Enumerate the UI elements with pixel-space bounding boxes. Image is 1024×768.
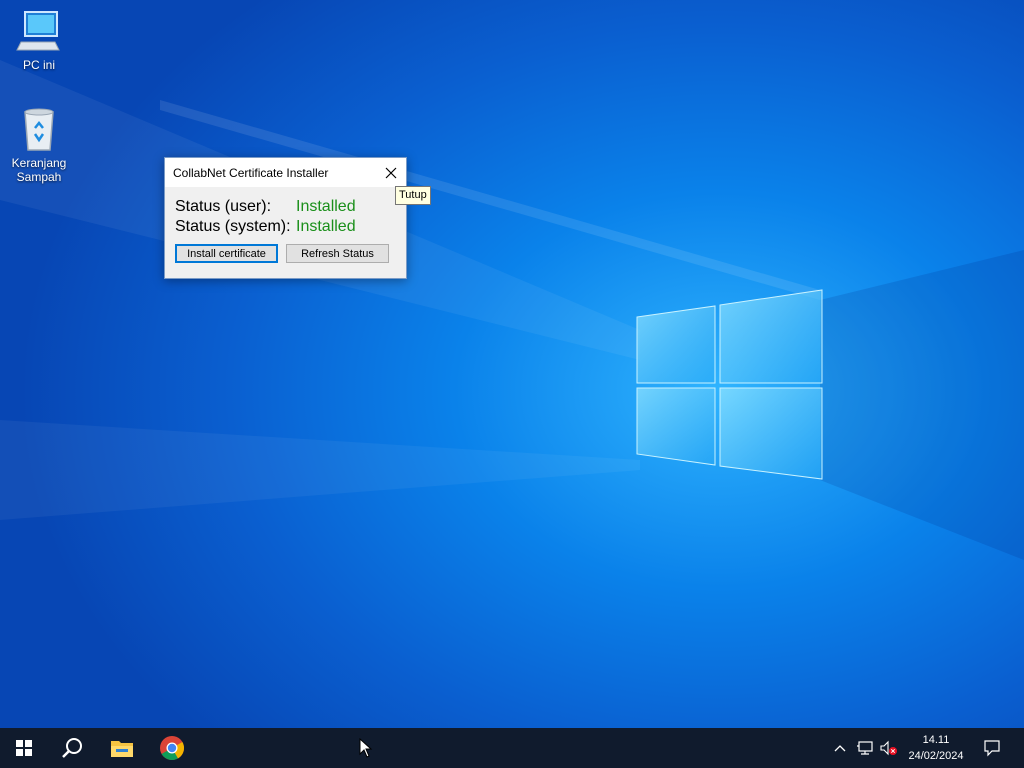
desktop-icon-label: PC ini bbox=[22, 58, 55, 72]
mouse-cursor-icon bbox=[359, 738, 373, 758]
file-explorer-icon bbox=[111, 741, 133, 757]
chevron-up-icon bbox=[834, 745, 846, 752]
network-icon bbox=[857, 741, 873, 755]
clock-time: 14.11 bbox=[922, 734, 950, 746]
close-tooltip: Tutup bbox=[395, 186, 431, 205]
close-button[interactable] bbox=[376, 158, 406, 187]
notification-icon bbox=[984, 740, 1000, 757]
status-system-value: Installed bbox=[296, 218, 356, 235]
desktop-icon-label: Sampah bbox=[16, 170, 62, 184]
wallpaper-beams bbox=[0, 60, 1024, 560]
start-button[interactable] bbox=[0, 728, 48, 768]
volume-button[interactable] bbox=[878, 728, 900, 768]
show-hidden-icons-button[interactable] bbox=[830, 728, 850, 768]
recycle-bin-icon bbox=[15, 108, 63, 152]
desktop-icon-label: Keranjang bbox=[11, 156, 67, 170]
search-button[interactable] bbox=[48, 728, 96, 768]
taskbar-clock[interactable]: 14.11 24/02/2024 bbox=[900, 732, 972, 764]
desktop-icon-recycle-bin[interactable]: Keranjang Sampah bbox=[4, 108, 74, 184]
clock-date: 24/02/2024 bbox=[908, 750, 964, 762]
status-user-value: Installed bbox=[296, 198, 356, 215]
chrome-icon bbox=[160, 736, 185, 761]
wallpaper-windows-logo bbox=[636, 289, 823, 480]
computer-icon bbox=[15, 10, 63, 54]
action-center-button[interactable] bbox=[978, 728, 1006, 768]
refresh-status-button[interactable]: Refresh Status bbox=[286, 244, 389, 263]
window-title: CollabNet Certificate Installer bbox=[173, 166, 329, 180]
status-user-row: Status (user): Installed bbox=[175, 198, 356, 216]
chrome-button[interactable] bbox=[148, 728, 196, 768]
search-icon bbox=[62, 738, 82, 758]
windows-start-icon bbox=[16, 740, 32, 756]
network-button[interactable] bbox=[854, 728, 876, 768]
certificate-installer-window[interactable]: CollabNet Certificate Installer Status (… bbox=[164, 157, 407, 279]
install-certificate-button[interactable]: Install certificate bbox=[175, 244, 278, 263]
taskbar: 14.11 24/02/2024 bbox=[0, 728, 1024, 768]
volume-muted-icon bbox=[880, 740, 897, 756]
status-system-row: Status (system): Installed bbox=[175, 218, 356, 236]
window-titlebar[interactable]: CollabNet Certificate Installer bbox=[165, 158, 406, 187]
desktop-icon-this-pc[interactable]: PC ini bbox=[4, 10, 74, 72]
close-icon bbox=[385, 167, 397, 178]
file-explorer-button[interactable] bbox=[98, 728, 146, 768]
status-system-label: Status (system): bbox=[175, 218, 291, 235]
status-user-label: Status (user): bbox=[175, 198, 272, 215]
